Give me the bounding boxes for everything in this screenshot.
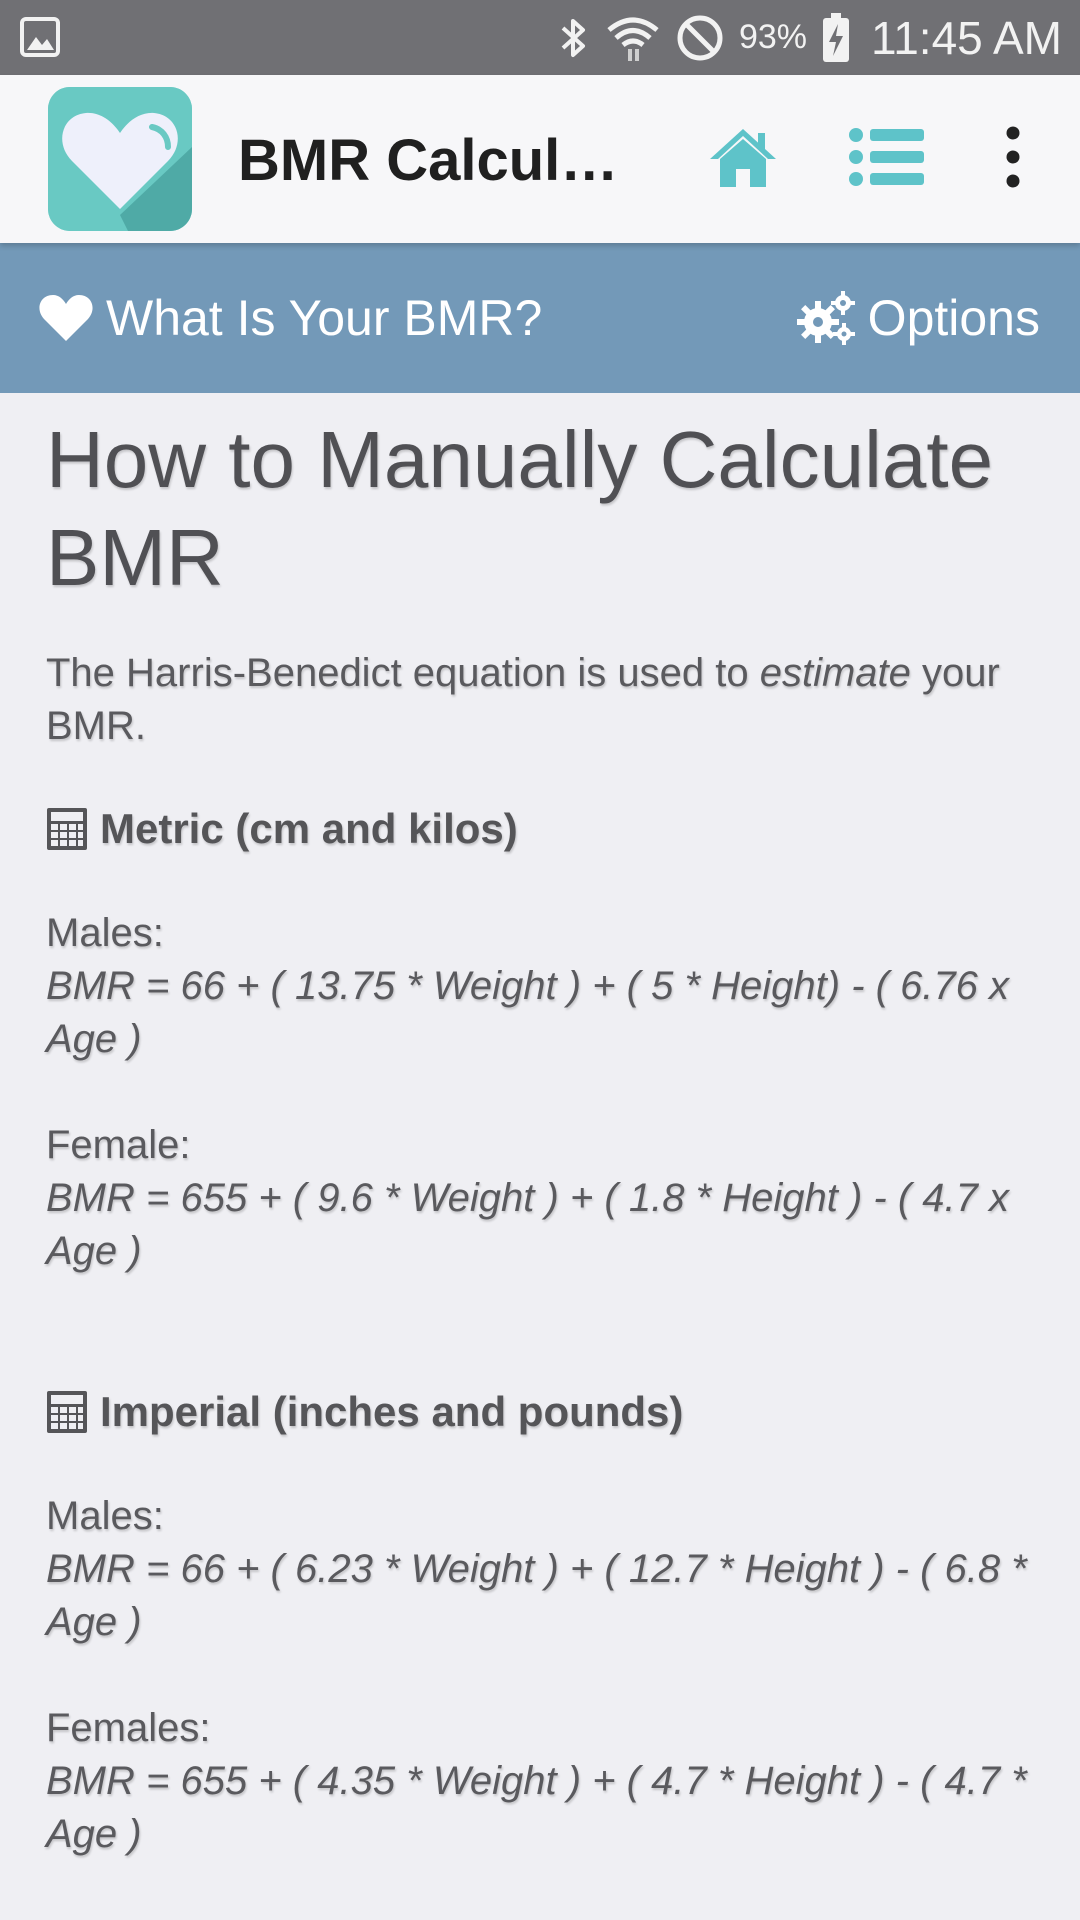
app-bar: BMR Calculator — [0, 75, 1080, 243]
do-not-disturb-icon — [677, 15, 723, 60]
metric-male-block: Males: BMR = 66 + ( 13.75 * Weight ) + (… — [46, 907, 1036, 1066]
metric-heading-text: Metric (cm and kilos) — [100, 805, 518, 852]
overflow-menu-button[interactable] — [998, 125, 1028, 189]
options-label: Options — [867, 290, 1040, 346]
metric-female-formula: BMR = 655 + ( 9.6 * Weight ) + ( 1.8 * H… — [46, 1176, 1010, 1273]
bluetooth-icon — [561, 18, 585, 57]
list-button[interactable] — [848, 127, 926, 187]
battery-percent: 93% — [738, 18, 808, 56]
imperial-female-label: Females: — [46, 1706, 211, 1750]
intro-paragraph: The Harris-Benedict equation is used to … — [46, 647, 1036, 753]
imperial-male-formula: BMR = 66 + ( 6.23 * Weight ) + ( 12.7 * … — [46, 1547, 1027, 1644]
gallery-icon — [20, 17, 60, 57]
more-vert-icon — [1006, 126, 1020, 188]
imperial-female-block: Females: BMR = 655 + ( 4.35 * Weight ) +… — [46, 1702, 1036, 1861]
clock: 11:45 AM — [871, 11, 1062, 64]
wifi-icon — [607, 17, 659, 61]
what-is-bmr-link[interactable]: What Is Your BMR? — [38, 243, 542, 393]
gears-icon — [796, 291, 855, 345]
battery-charging-icon — [823, 12, 850, 62]
status-bar: 93% 11:45 AM — [0, 0, 1080, 75]
intro-emphasis: estimate — [759, 651, 911, 695]
imperial-female-formula: BMR = 655 + ( 4.35 * Weight ) + ( 4.7 * … — [46, 1759, 1027, 1856]
what-is-bmr-label: What Is Your BMR? — [106, 290, 543, 346]
metric-heading: Metric (cm and kilos) — [46, 805, 1036, 853]
metric-female-block: Female: BMR = 655 + ( 9.6 * Weight ) + (… — [46, 1119, 1036, 1278]
article-content: How to Manually Calculate BMR The Harris… — [46, 393, 1036, 1861]
imperial-heading: Imperial (inches and pounds) — [46, 1388, 1036, 1436]
intro-text: The Harris-Benedict equation is used to — [46, 651, 760, 695]
app-title: BMR Calculator — [238, 128, 638, 193]
metric-female-label: Female: — [46, 1123, 191, 1167]
options-link[interactable]: Options — [796, 243, 1040, 393]
nav-strip: What Is Your BMR? Options — [0, 243, 1080, 393]
home-button[interactable] — [708, 125, 778, 189]
heart-icon — [39, 295, 93, 341]
page-title: How to Manually Calculate BMR — [46, 415, 994, 602]
metric-male-label: Males: — [46, 911, 164, 955]
calculator-icon — [47, 808, 87, 850]
heart-logo-icon — [48, 87, 192, 231]
imperial-male-label: Males: — [46, 1494, 164, 1538]
list-icon — [849, 128, 924, 186]
imperial-heading-text: Imperial (inches and pounds) — [100, 1388, 684, 1435]
home-icon — [710, 129, 776, 187]
status-icons: 93% 11:45 AM — [557, 0, 1062, 75]
metric-male-formula: BMR = 66 + ( 13.75 * Weight ) + ( 5 * He… — [46, 964, 1010, 1061]
calculator-icon — [47, 1391, 87, 1433]
imperial-male-block: Males: BMR = 66 + ( 6.23 * Weight ) + ( … — [46, 1490, 1036, 1649]
